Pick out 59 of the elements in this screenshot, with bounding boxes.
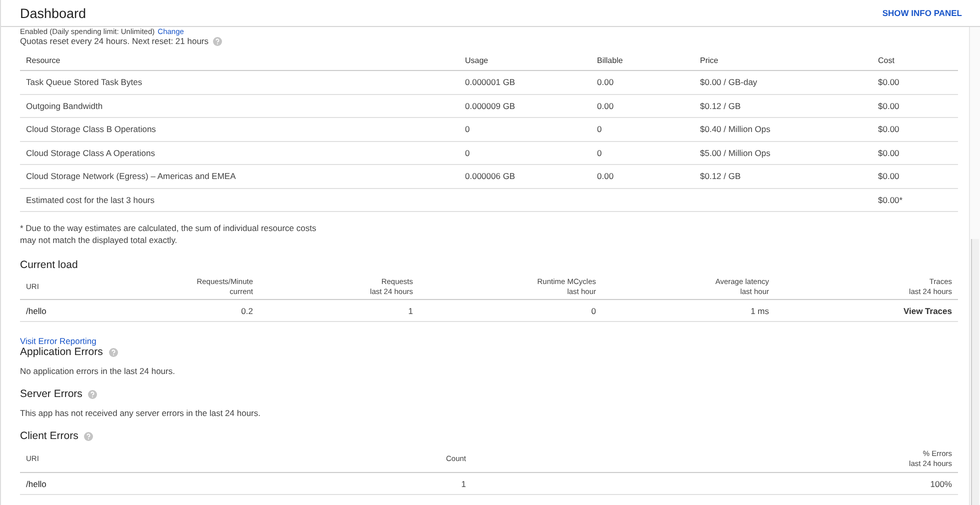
- scrollbar-thumb[interactable]: [971, 239, 979, 505]
- table-cell-text: 0: [464, 148, 471, 158]
- table-cell-text: 0.00: [596, 100, 615, 111]
- table-cell-text: $0.00: [877, 100, 900, 111]
- column-header: Price: [699, 56, 720, 64]
- help-icon[interactable]: [88, 390, 98, 398]
- table-cell-text: 0.000001 GB: [464, 77, 516, 88]
- footnote-text: * Due to the way estimates are calculated, the sum of individual resource costs: [20, 222, 318, 234]
- table-cell-text: /hello: [26, 306, 48, 316]
- total-label: Estimated cost for the last 3 hours: [25, 194, 156, 205]
- table-cell-text: Cloud Storage Class A Operations: [25, 148, 156, 158]
- table-cell-text: 0: [596, 124, 603, 134]
- section-title: Client Errors: [20, 430, 78, 442]
- help-icon[interactable]: [84, 432, 94, 440]
- table-cell-text: $0.12 / GB: [699, 171, 742, 182]
- footnote-text: may not match the displayed total exactly.: [20, 234, 178, 246]
- table-cell-text: $0.00: [877, 77, 900, 88]
- page-title: Dashboard: [20, 6, 86, 20]
- table-cell-text: 0.00: [596, 171, 615, 182]
- table-cell-text: Cloud Storage Class B Operations: [25, 124, 157, 134]
- table-cell-text: $0.00: [877, 124, 900, 134]
- column-header: Cost: [877, 56, 896, 64]
- table-cell-text: Cloud Storage Network (Egress) – Americas and EMEA: [25, 171, 237, 182]
- status-message: This app has not received any server errors in the last 24 hours.: [20, 408, 262, 418]
- table-cell-text: 1 ms: [750, 306, 769, 316]
- show-info-panel-button[interactable]: SHOW INFO PANEL: [882, 6, 962, 20]
- table-cell-text: $0.00: [877, 148, 900, 158]
- table-cell-text: 0.00: [596, 77, 615, 88]
- help-icon[interactable]: [212, 36, 222, 46]
- table-cell-text: $0.00 / GB-day: [699, 77, 758, 88]
- table-cell-text: 0.000009 GB: [464, 100, 516, 111]
- help-icon[interactable]: [108, 348, 118, 356]
- error-reporting-link[interactable]: Visit Error Reporting: [20, 336, 96, 346]
- scrollbar[interactable]: [969, 27, 980, 505]
- table-cell-text: 1: [407, 306, 413, 316]
- total-cost: $0.00*: [877, 194, 904, 205]
- column-header: Usage: [464, 56, 490, 64]
- table-cell-text: /hello: [26, 478, 48, 488]
- table-cell-text: 0: [590, 306, 596, 316]
- view-traces-link[interactable]: View Traces: [769, 306, 952, 316]
- table-cell-text: $5.00 / Million Ops: [699, 148, 772, 158]
- section-title: Current load: [20, 259, 79, 271]
- section-title: Application Errors: [20, 346, 103, 358]
- quota-text: Quotas reset every 24 hours. Next reset: 21 hours: [20, 36, 209, 46]
- table-cell-text: 100%: [929, 478, 952, 488]
- column-header: Resource: [25, 56, 62, 64]
- table-cell-text: 1: [460, 478, 466, 488]
- status-message: No application errors in the last 24 hours.: [20, 366, 176, 376]
- table-cell-text: 0.000006 GB: [464, 171, 516, 182]
- table-cell-text: $0.40 / Million Ops: [699, 124, 772, 134]
- table-cell-text: $0.00: [877, 171, 900, 182]
- column-header: Billable: [596, 56, 624, 64]
- section-title: Server Errors: [20, 388, 82, 400]
- table-cell-text: Outgoing Bandwidth: [25, 100, 104, 111]
- table-cell-text: Task Queue Stored Task Bytes: [25, 77, 144, 88]
- table-cell-text: 0.2: [240, 306, 253, 316]
- table-cell-text: 0: [464, 124, 471, 134]
- table-cell-text: $0.12 / GB: [699, 100, 742, 111]
- table-cell-text: 0: [596, 148, 603, 158]
